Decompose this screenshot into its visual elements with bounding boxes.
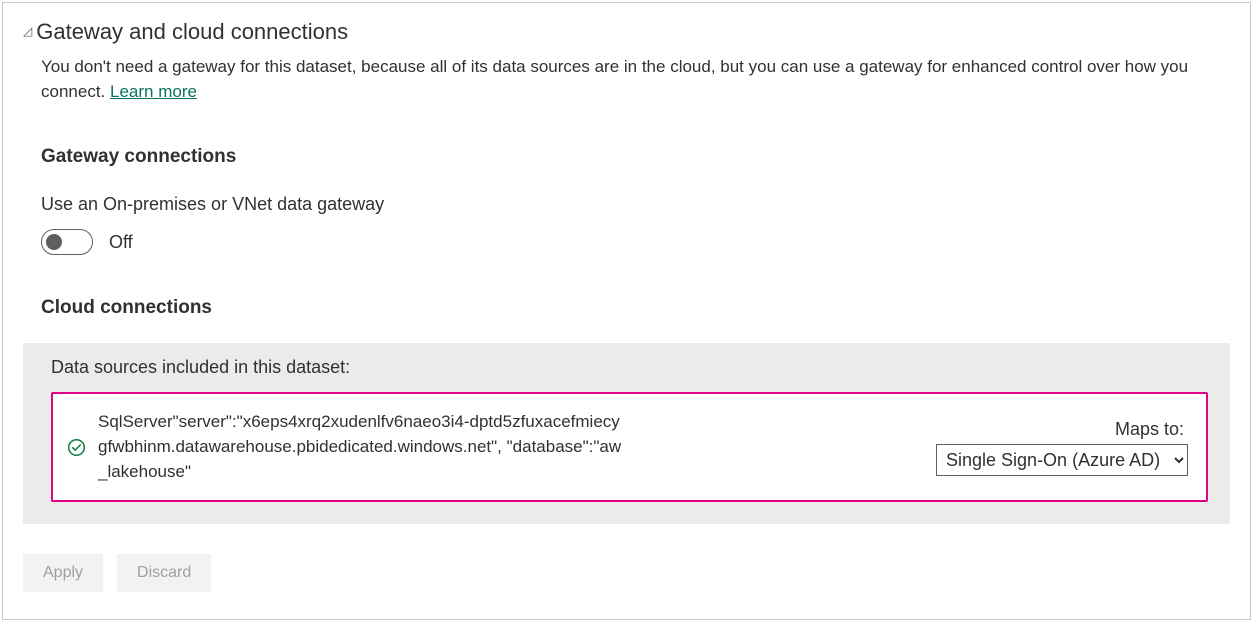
cloud-box-title: Data sources included in this dataset:: [51, 357, 1208, 378]
section-header[interactable]: ◿ Gateway and cloud connections: [23, 19, 1230, 45]
gateway-cloud-panel: ◿ Gateway and cloud connections You don'…: [2, 2, 1251, 620]
gateway-toggle-label: Use an On-premises or VNet data gateway: [41, 194, 1230, 215]
discard-button[interactable]: Discard: [117, 554, 211, 592]
section-title: Gateway and cloud connections: [36, 19, 348, 45]
section-description: You don't need a gateway for this datase…: [41, 55, 1230, 104]
description-text: You don't need a gateway for this datase…: [41, 57, 1188, 101]
learn-more-link[interactable]: Learn more: [110, 82, 197, 101]
maps-to-column: Maps to: Single Sign-On (Azure AD): [936, 419, 1188, 476]
gateway-toggle-state: Off: [109, 232, 133, 253]
datasource-text: SqlServer"server":"x6eps4xrq2xudenlfv6na…: [98, 410, 628, 484]
gateway-toggle[interactable]: [41, 229, 93, 255]
collapse-icon: ◿: [23, 24, 32, 38]
gateway-connections-title: Gateway connections: [41, 146, 1230, 168]
cloud-connections-title: Cloud connections: [41, 297, 1230, 319]
action-buttons: Apply Discard: [23, 554, 1230, 592]
apply-button[interactable]: Apply: [23, 554, 103, 592]
check-circle-icon: [67, 438, 86, 457]
gateway-toggle-row: Off: [41, 229, 1230, 255]
toggle-knob-icon: [46, 234, 62, 250]
maps-to-select[interactable]: Single Sign-On (Azure AD): [936, 444, 1188, 476]
datasource-row: SqlServer"server":"x6eps4xrq2xudenlfv6na…: [51, 392, 1208, 502]
maps-to-label: Maps to:: [1115, 419, 1188, 440]
cloud-connections-box: Data sources included in this dataset: S…: [23, 343, 1230, 524]
